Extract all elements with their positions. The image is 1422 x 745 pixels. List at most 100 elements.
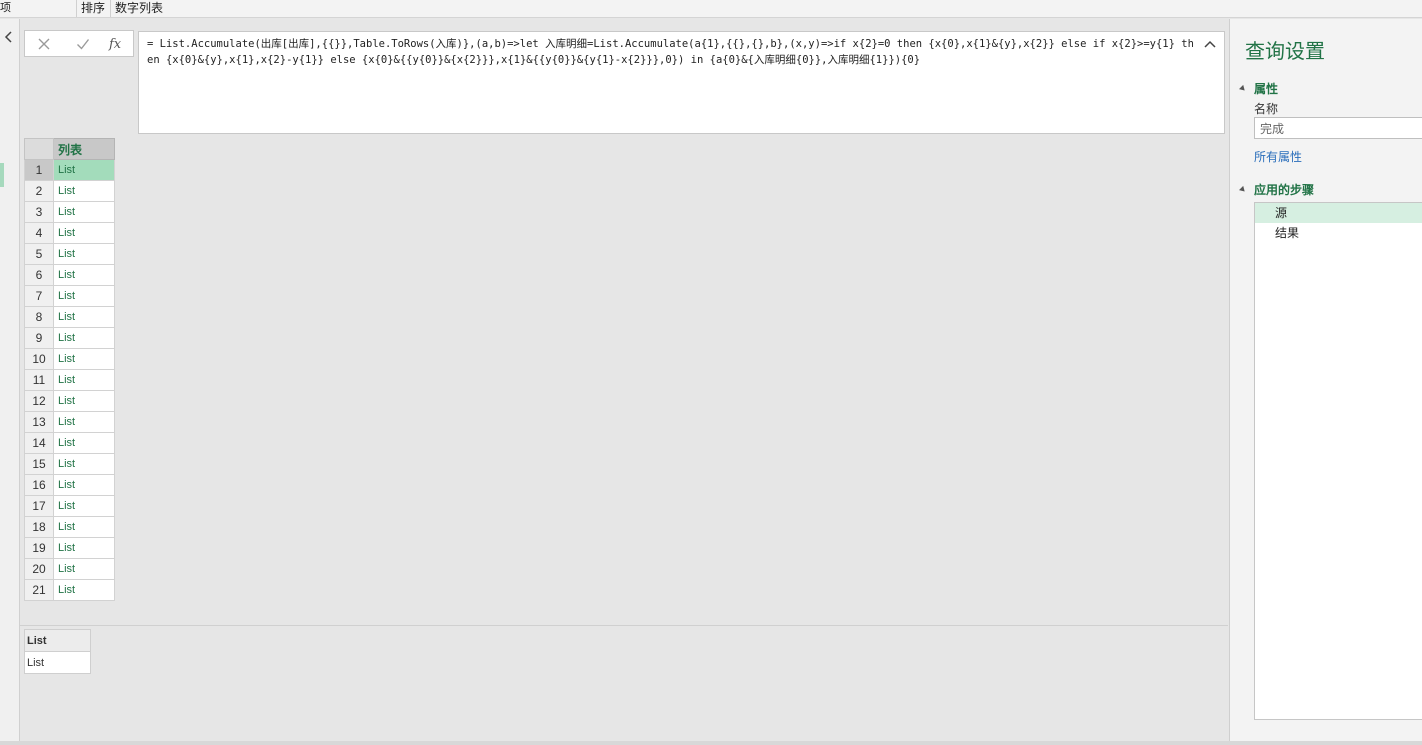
list-cell[interactable]: List — [53, 327, 115, 349]
row-number[interactable]: 20 — [24, 558, 54, 580]
applied-step-item[interactable]: 源 — [1255, 203, 1422, 223]
row-number[interactable]: 4 — [24, 222, 54, 244]
grid-corner[interactable] — [24, 138, 54, 160]
row-number[interactable]: 5 — [24, 243, 54, 265]
table-row[interactable]: 16 List — [24, 474, 115, 496]
queries-pane-collapsed — [0, 19, 20, 741]
formula-controls: fx — [24, 30, 134, 57]
list-cell[interactable]: List — [53, 180, 115, 202]
collapse-formula-chevron-icon[interactable] — [1204, 38, 1216, 48]
all-properties-link[interactable]: 所有属性 — [1254, 148, 1302, 165]
list-cell[interactable]: List — [53, 390, 115, 412]
formula-text[interactable]: = List.Accumulate(出库[出库],{{}},Table.ToRo… — [147, 36, 1195, 68]
table-row[interactable]: 10 List — [24, 348, 115, 370]
row-number[interactable]: 11 — [24, 369, 54, 391]
ribbon-bar: 项 排序 数字列表 — [0, 0, 1422, 18]
value-preview-pane: List List — [24, 629, 91, 674]
query-name-input[interactable] — [1254, 117, 1422, 139]
expand-queries-chevron-icon[interactable] — [2, 29, 16, 45]
table-row[interactable]: 20 List — [24, 558, 115, 580]
list-cell[interactable]: List — [53, 369, 115, 391]
sort-button[interactable]: 排序 — [76, 0, 109, 17]
list-cell[interactable]: List — [53, 474, 115, 496]
formula-editor[interactable]: = List.Accumulate(出库[出库],{{}},Table.ToRo… — [138, 31, 1225, 134]
table-row[interactable]: 13 List — [24, 411, 115, 433]
table-row[interactable]: 4 List — [24, 222, 115, 244]
panel-title: 查询设置 — [1245, 41, 1325, 63]
table-row[interactable]: 19 List — [24, 537, 115, 559]
row-number[interactable]: 13 — [24, 411, 54, 433]
table-row[interactable]: 17 List — [24, 495, 115, 517]
data-grid: 列表 1 List 2 List 3 List 4 List 5 List 6 List 7 List 8 L… — [24, 138, 115, 601]
confirm-check-icon[interactable] — [73, 35, 93, 53]
row-number[interactable]: 8 — [24, 306, 54, 328]
row-number[interactable]: 14 — [24, 432, 54, 454]
query-settings-panel: 查询设置 属性 名称 所有属性 应用的步骤 源结果 — [1229, 19, 1422, 741]
list-cell[interactable]: List — [53, 453, 115, 475]
table-row[interactable]: 9 List — [24, 327, 115, 349]
applied-steps-list: 源结果 — [1254, 202, 1422, 720]
list-cell[interactable]: List — [53, 285, 115, 307]
ribbon-stub-label: 项 — [0, 2, 11, 14]
row-number[interactable]: 1 — [24, 159, 54, 181]
collapse-triangle-icon — [1238, 186, 1247, 195]
table-row[interactable]: 2 List — [24, 180, 115, 202]
row-number[interactable]: 6 — [24, 264, 54, 286]
list-cell[interactable]: List — [53, 348, 115, 370]
table-row[interactable]: 6 List — [24, 264, 115, 286]
row-number[interactable]: 7 — [24, 285, 54, 307]
status-bar — [0, 741, 1422, 745]
applied-step-item[interactable]: 结果 — [1255, 223, 1422, 243]
svg-text:fx: fx — [108, 37, 122, 52]
row-number[interactable]: 16 — [24, 474, 54, 496]
table-row[interactable]: 11 List — [24, 369, 115, 391]
list-cell[interactable]: List — [53, 495, 115, 517]
table-row[interactable]: 8 List — [24, 306, 115, 328]
name-label: 名称 — [1254, 102, 1279, 116]
preview-divider[interactable] — [20, 625, 1228, 626]
cancel-icon[interactable] — [34, 35, 54, 53]
list-cell[interactable]: List — [53, 411, 115, 433]
table-row[interactable]: 18 List — [24, 516, 115, 538]
row-number[interactable]: 10 — [24, 348, 54, 370]
column-header[interactable]: 列表 — [53, 138, 115, 160]
row-number[interactable]: 12 — [24, 390, 54, 412]
list-cell[interactable]: List — [53, 201, 115, 223]
properties-heading: 属性 — [1254, 82, 1279, 96]
table-row[interactable]: 7 List — [24, 285, 115, 307]
applied-steps-section-header[interactable]: 应用的步骤 — [1238, 181, 1315, 198]
table-row[interactable]: 12 List — [24, 390, 115, 412]
number-list-button[interactable]: 数字列表 — [110, 0, 167, 17]
table-row[interactable]: 21 List — [24, 579, 115, 601]
table-row[interactable]: 14 List — [24, 432, 115, 454]
table-row[interactable]: 15 List — [24, 453, 115, 475]
row-number[interactable]: 17 — [24, 495, 54, 517]
list-cell[interactable]: List — [53, 432, 115, 454]
row-number[interactable]: 15 — [24, 453, 54, 475]
applied-steps-heading: 应用的步骤 — [1254, 183, 1315, 197]
list-cell[interactable]: List — [53, 222, 115, 244]
preview-cell[interactable]: List — [24, 651, 91, 674]
list-cell[interactable]: List — [53, 516, 115, 538]
list-cell[interactable]: List — [53, 243, 115, 265]
list-cell[interactable]: List — [53, 579, 115, 601]
fx-function-icon[interactable]: fx — [107, 35, 127, 53]
properties-section-header[interactable]: 属性 — [1238, 80, 1279, 97]
row-number[interactable]: 3 — [24, 201, 54, 223]
row-number[interactable]: 9 — [24, 327, 54, 349]
collapse-triangle-icon — [1238, 85, 1247, 94]
list-cell[interactable]: List — [53, 537, 115, 559]
table-row[interactable]: 3 List — [24, 201, 115, 223]
list-cell[interactable]: List — [53, 306, 115, 328]
query-selection-marker — [0, 163, 4, 187]
list-cell[interactable]: List — [53, 264, 115, 286]
row-number[interactable]: 21 — [24, 579, 54, 601]
row-number[interactable]: 18 — [24, 516, 54, 538]
list-cell[interactable]: List — [53, 159, 115, 181]
table-row[interactable]: 1 List — [24, 159, 115, 181]
table-row[interactable]: 5 List — [24, 243, 115, 265]
list-cell[interactable]: List — [53, 558, 115, 580]
row-number[interactable]: 19 — [24, 537, 54, 559]
row-number[interactable]: 2 — [24, 180, 54, 202]
preview-header: List — [24, 629, 91, 652]
